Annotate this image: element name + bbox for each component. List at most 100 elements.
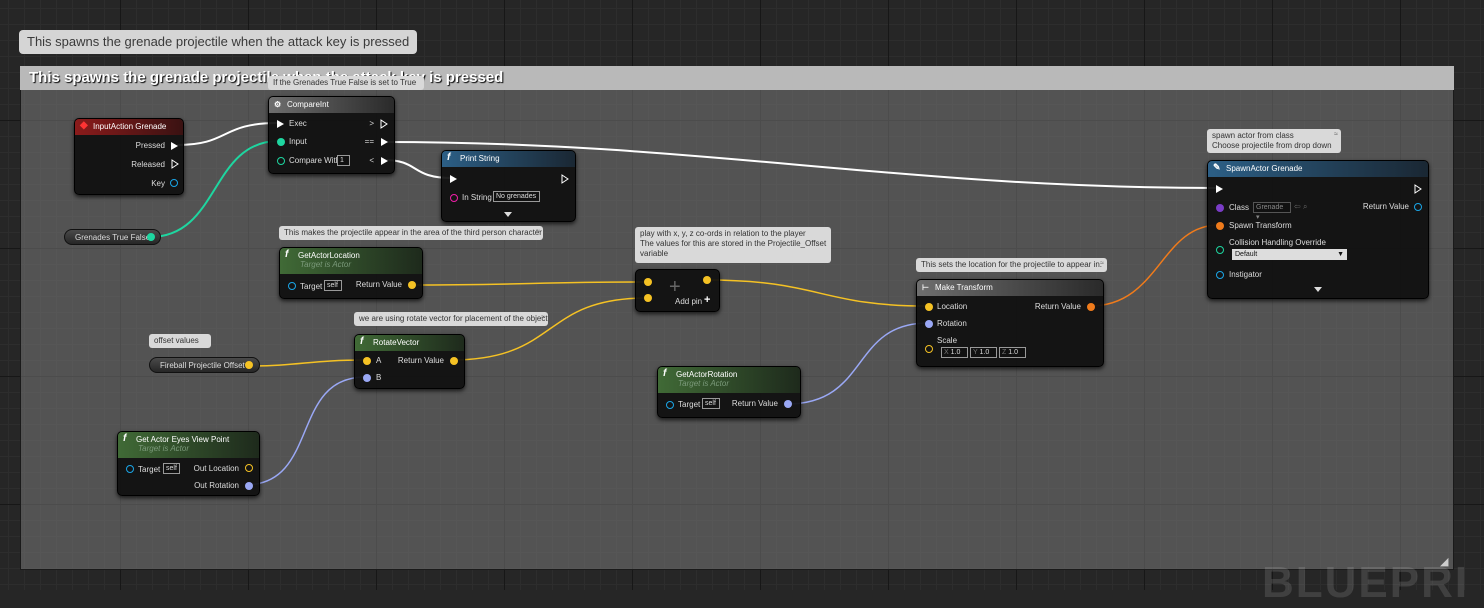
exec-out-pin[interactable] — [1414, 184, 1422, 194]
string-in-pin[interactable] — [450, 194, 458, 202]
scale-y-field[interactable]: Y 1.0 — [970, 347, 997, 358]
node-header[interactable]: ✎ SpawnActor Grenade — [1208, 161, 1428, 177]
vector-in-a-pin[interactable] — [363, 357, 371, 365]
variable-fireball-projectile-offset[interactable]: Fireball Projectile Offset — [149, 357, 260, 373]
node-getactorlocation[interactable]: f GetActorLocation Target is Actor Targe… — [279, 247, 423, 299]
pin-label-scale: Scale — [937, 336, 958, 345]
expand-arrow-icon[interactable] — [1314, 287, 1322, 292]
node-make-transform[interactable]: ⊢ Make Transform Location Return Value R… — [916, 279, 1104, 367]
variable-grenades-true-false[interactable]: Grenades True False — [64, 229, 161, 245]
object-in-target-pin[interactable] — [666, 401, 674, 409]
node-header[interactable]: ⊢ Make Transform — [917, 280, 1103, 296]
search-icon[interactable]: ⌕ — [1303, 202, 1307, 212]
int-in-compare-pin[interactable] — [277, 157, 285, 165]
expand-arrow-icon[interactable] — [504, 212, 512, 217]
node-title: Print String — [460, 154, 500, 163]
transform-in-spawn-pin[interactable] — [1216, 222, 1224, 230]
exec-out-released-pin[interactable] — [171, 159, 179, 169]
blueprint-graph-canvas[interactable]: This spawns the grenade projectile when … — [0, 0, 1484, 607]
node-spawnactor-grenade[interactable]: ✎ SpawnActor Grenade Class Grenade ▾ ⇦ ⌕… — [1207, 160, 1429, 299]
add-pin-plus-icon[interactable]: + — [704, 294, 710, 306]
node-header[interactable]: ⚙ CompareInt — [269, 97, 394, 113]
exec-out-less-pin[interactable] — [381, 157, 388, 165]
int-out-pin[interactable] — [147, 233, 155, 241]
collapse-comment-icon[interactable]: ≈ — [1100, 259, 1104, 269]
object-in-instigator-pin[interactable] — [1216, 271, 1224, 279]
browse-arrow-icon[interactable]: ⇦ — [1294, 202, 1301, 211]
exec-in-pin[interactable] — [1216, 185, 1223, 193]
scale-z-label: Z — [1002, 349, 1007, 356]
comment-text: we are using rotate vector for placement… — [359, 314, 548, 323]
comment-text: If the Grenades True False is set to Tru… — [273, 78, 417, 87]
collapse-comment-icon[interactable]: ≈ — [536, 227, 540, 237]
target-self-field[interactable]: self — [324, 280, 342, 291]
exec-out-greater-pin[interactable] — [380, 119, 388, 129]
node-header[interactable]: f RotateVector — [355, 335, 464, 351]
add-pin-label[interactable]: Add pin — [675, 297, 702, 306]
exec-in-pin[interactable] — [450, 175, 457, 183]
exec-out-equal-pin[interactable] — [381, 138, 388, 146]
scale-x-field[interactable]: X 1.0 — [941, 347, 968, 358]
target-self-field[interactable]: self — [702, 398, 720, 409]
vector-out-return-pin[interactable] — [408, 281, 416, 289]
vector-out-location-pin[interactable] — [245, 464, 253, 472]
collision-handling-dropdown[interactable]: Default ▼ — [1232, 249, 1347, 260]
node-header[interactable]: f GetActorRotation Target is Actor — [658, 367, 800, 393]
node-add-vector[interactable]: + Add pin + — [635, 269, 720, 312]
object-in-target-pin[interactable] — [126, 465, 134, 473]
spawn-icon: ✎ — [1213, 162, 1221, 172]
comment-bubble-compareint: If the Grenades True False is set to Tru… — [268, 76, 424, 90]
scale-z-field[interactable]: Z 1.0 — [999, 347, 1026, 358]
vector-in-scale-pin[interactable] — [925, 345, 933, 353]
wire-exec-pressed-to-compare — [176, 122, 279, 146]
node-header[interactable]: f GetActorLocation Target is Actor — [280, 248, 422, 274]
pin-label-input: Input — [289, 137, 307, 146]
vector-in-location-pin[interactable] — [925, 303, 933, 311]
transform-out-return-pin[interactable] — [1087, 303, 1095, 311]
vector-out-pin[interactable] — [245, 361, 253, 369]
node-header[interactable]: f Get Actor Eyes View Point Target is Ac… — [118, 432, 259, 458]
in-string-value-field[interactable]: No grenades — [493, 191, 540, 202]
object-in-target-pin[interactable] — [288, 282, 296, 290]
object-out-return-pin[interactable] — [1414, 203, 1422, 211]
collapse-comment-icon[interactable]: ≈ — [1334, 130, 1338, 140]
comment-bubble-offset: offset values — [149, 334, 211, 348]
vector-in-b-pin[interactable] — [644, 294, 652, 302]
enum-in-collision-pin[interactable] — [1216, 246, 1224, 254]
vector-out-pin[interactable] — [703, 276, 711, 284]
scale-x-value: 1.0 — [950, 349, 961, 356]
pin-label-greater: > — [369, 119, 374, 128]
exec-out-pressed-pin[interactable] — [171, 142, 178, 150]
class-dropdown[interactable]: Grenade ▾ — [1253, 202, 1291, 221]
rotator-out-rotation-pin[interactable] — [245, 482, 253, 490]
node-title: Make Transform — [935, 283, 993, 292]
node-rotatevector[interactable]: f RotateVector A Return Value B — [354, 334, 465, 389]
wire-vector-rotate-to-add — [450, 297, 648, 361]
exec-out-pin[interactable] — [561, 174, 569, 184]
comment-bubble-rotatevector: we are using rotate vector for placement… — [354, 312, 548, 326]
node-header[interactable]: ◆ InputAction Grenade — [75, 119, 183, 135]
rotator-in-rotation-pin[interactable] — [925, 320, 933, 328]
class-in-pin[interactable] — [1216, 204, 1224, 212]
compare-with-value-field[interactable]: 1 — [337, 155, 350, 166]
rotator-out-return-pin[interactable] — [784, 400, 792, 408]
node-header[interactable]: f Print String — [442, 151, 575, 167]
node-getactorrotation[interactable]: f GetActorRotation Target is Actor Targe… — [657, 366, 801, 418]
rotator-in-b-pin[interactable] — [363, 374, 371, 382]
node-get-actor-eyes-view-point[interactable]: f Get Actor Eyes View Point Target is Ac… — [117, 431, 260, 496]
exec-in-pin[interactable] — [277, 120, 284, 128]
wire-rotator-actor-to-rotation — [786, 322, 929, 405]
node-print-string[interactable]: f Print String In String No grenades — [441, 150, 576, 222]
collapse-comment-icon[interactable]: ≈ — [541, 313, 545, 323]
node-title: SpawnActor Grenade — [1226, 164, 1303, 173]
pin-label-target: Target — [678, 400, 701, 409]
chevron-down-icon: ▼ — [1337, 251, 1344, 258]
vector-out-return-pin[interactable] — [450, 357, 458, 365]
scale-x-label: X — [944, 349, 949, 356]
vector-in-a-pin[interactable] — [644, 278, 652, 286]
node-inputaction-grenade[interactable]: ◆ InputAction Grenade Pressed Released K… — [74, 118, 184, 195]
node-compareint[interactable]: ⚙ CompareInt Exec Input Compare With 1 >… — [268, 96, 395, 174]
struct-out-key-pin[interactable] — [170, 179, 178, 187]
int-in-input-pin[interactable] — [277, 138, 285, 146]
target-self-field[interactable]: self — [163, 463, 180, 474]
